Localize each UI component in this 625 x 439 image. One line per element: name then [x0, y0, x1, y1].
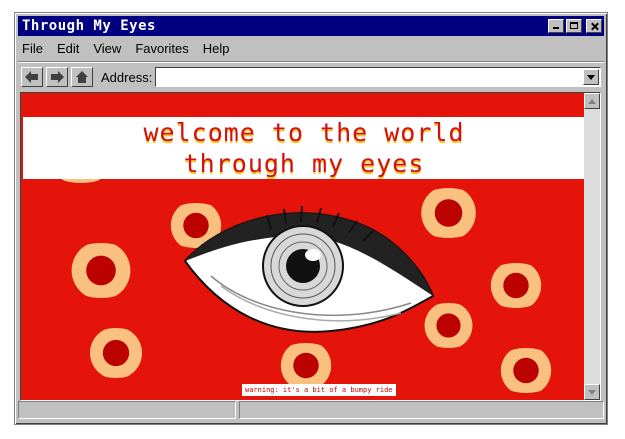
page-content: welcome to the world through my eyes war…: [21, 93, 585, 400]
browser-window: Through My Eyes File Edit View Favorites…: [14, 12, 608, 425]
menu-bar: File Edit View Favorites Help: [18, 37, 604, 59]
chevron-down-icon: [587, 74, 595, 80]
home-icon: [76, 71, 88, 83]
menu-help[interactable]: Help: [196, 41, 237, 56]
scroll-down-button[interactable]: [584, 384, 600, 400]
close-button[interactable]: [586, 19, 602, 33]
window-title: Through My Eyes: [22, 18, 156, 34]
vertical-scrollbar[interactable]: [584, 93, 600, 400]
background-eye-9: [491, 348, 561, 393]
address-input[interactable]: [156, 69, 583, 85]
warning-text: warning: it's a bit of a bumpy ride: [242, 384, 396, 396]
headline-line-1: welcome to the world: [143, 118, 465, 147]
forward-button[interactable]: [46, 67, 68, 87]
menu-file[interactable]: File: [18, 41, 50, 56]
status-bar: [18, 401, 604, 421]
status-pane-left: [18, 401, 236, 419]
title-bar[interactable]: Through My Eyes: [18, 16, 604, 36]
menu-view[interactable]: View: [86, 41, 128, 56]
background-eye-5: [481, 263, 551, 308]
address-label: Address:: [101, 69, 153, 85]
scroll-up-icon: [588, 98, 596, 104]
scroll-down-icon: [588, 389, 596, 395]
page-viewport[interactable]: welcome to the world through my eyes war…: [20, 92, 601, 401]
toolbar: Address:: [18, 61, 604, 92]
home-button[interactable]: [71, 67, 93, 87]
scroll-up-button[interactable]: [584, 93, 600, 109]
headline-banner: welcome to the world through my eyes: [23, 117, 585, 179]
minimize-button[interactable]: [548, 19, 564, 33]
menu-edit[interactable]: Edit: [50, 41, 86, 56]
maximize-button[interactable]: [566, 19, 582, 33]
window-controls: [548, 19, 604, 33]
menu-favorites[interactable]: Favorites: [128, 41, 195, 56]
eye-illustration: [183, 205, 435, 333]
background-eye-4: [61, 243, 141, 298]
address-dropdown-button[interactable]: [583, 69, 599, 85]
address-bar[interactable]: [155, 67, 601, 87]
headline-line-2: through my eyes: [183, 149, 425, 178]
background-eye-7: [81, 328, 151, 378]
background-eye-8: [271, 343, 341, 388]
forward-arrow-icon: [51, 71, 64, 83]
back-arrow-icon: [25, 71, 38, 83]
status-pane-right: [239, 401, 604, 419]
back-button[interactable]: [21, 67, 43, 87]
